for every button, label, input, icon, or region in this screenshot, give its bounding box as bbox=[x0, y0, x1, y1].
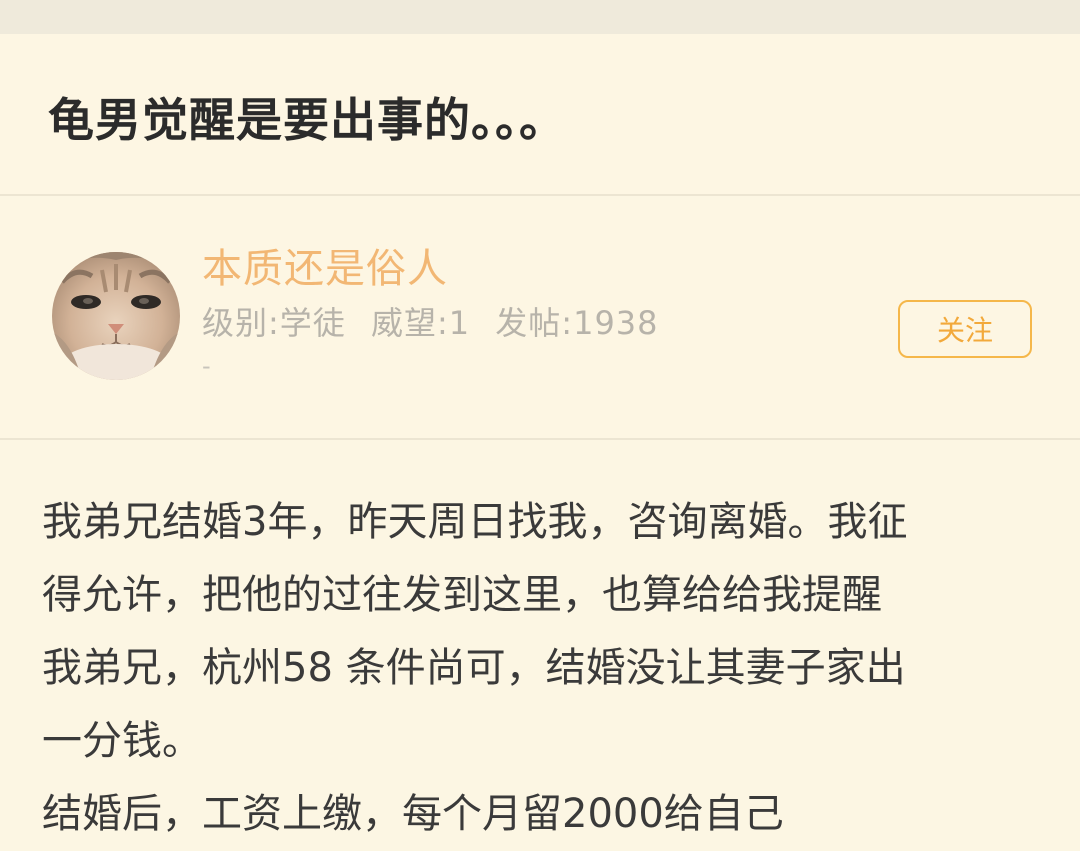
author-card: 本质还是俗人 级别:学徒 威望:1 发帖:1938 - 关注 bbox=[0, 200, 1080, 440]
author-avatar[interactable] bbox=[52, 252, 180, 380]
body-line: 我弟兄结婚3年，昨天周日找我，咨询离婚。我征 bbox=[42, 499, 908, 545]
cat-avatar-icon bbox=[52, 252, 180, 380]
post-body: 我弟兄结婚3年，昨天周日找我，咨询离婚。我征 得允许，把他的过往发到这里，也算给… bbox=[42, 486, 1032, 851]
body-line: 一分钱。 bbox=[42, 718, 202, 764]
author-post-count: 发帖:1938 bbox=[495, 304, 659, 342]
body-line: 结婚后，工资上缴，每个月留2000给自己 bbox=[42, 791, 784, 837]
top-strip bbox=[0, 0, 1080, 34]
body-line: 得允许，把他的过往发到这里，也算给给我提醒 bbox=[42, 572, 882, 618]
title-section: 龟男觉醒是要出事的。。。 bbox=[0, 34, 1080, 196]
author-signature: - bbox=[202, 352, 211, 380]
author-level: 级别:学徒 bbox=[202, 304, 346, 342]
follow-button[interactable]: 关注 bbox=[898, 300, 1032, 358]
author-meta: 级别:学徒 威望:1 发帖:1938 bbox=[202, 298, 659, 344]
author-prestige: 威望:1 bbox=[370, 304, 471, 342]
body-line: 我弟兄，杭州58 条件尚可，结婚没让其妻子家出 bbox=[42, 645, 906, 691]
post-title: 龟男觉醒是要出事的。。。 bbox=[48, 93, 566, 147]
author-name[interactable]: 本质还是俗人 bbox=[202, 236, 448, 294]
